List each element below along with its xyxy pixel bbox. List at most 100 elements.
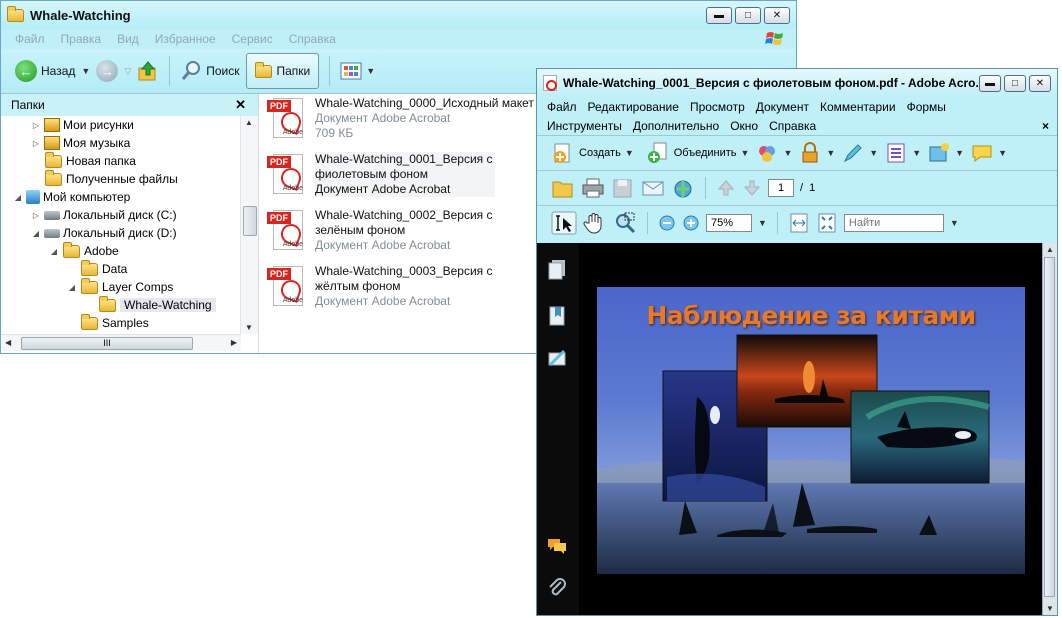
previous-page-icon[interactable] bbox=[716, 178, 736, 198]
attachments-paperclip-icon[interactable] bbox=[547, 577, 567, 599]
expand-toggle-icon[interactable]: ▷ bbox=[31, 139, 41, 148]
file-item[interactable]: PDF Adobe Whale-Watching_0001_Версия с фио… bbox=[267, 152, 495, 197]
fit-page-icon[interactable] bbox=[816, 212, 838, 234]
vertical-scroll-thumb[interactable] bbox=[243, 206, 257, 236]
document-page-view[interactable]: Наблюдение за китами bbox=[579, 243, 1042, 615]
expand-toggle-icon[interactable]: ◢ bbox=[67, 283, 77, 292]
vertical-scroll-thumb[interactable] bbox=[1044, 257, 1055, 597]
scroll-left-arrow-icon[interactable]: ◀ bbox=[5, 338, 11, 347]
menu-advanced[interactable]: Дополнительно bbox=[633, 119, 719, 133]
select-tool-icon[interactable] bbox=[551, 211, 577, 235]
document-vertical-scrollbar[interactable]: ▲ ▼ bbox=[1042, 243, 1057, 615]
zoom-in-icon[interactable] bbox=[682, 214, 700, 232]
page-number-input[interactable]: 1 bbox=[768, 179, 794, 197]
close-document-icon[interactable]: × bbox=[1042, 119, 1049, 133]
marquee-zoom-icon[interactable] bbox=[613, 211, 637, 235]
menu-edit[interactable]: Правка bbox=[61, 32, 102, 46]
sign-button[interactable]: ▼ bbox=[841, 141, 878, 165]
comment-button[interactable]: ▼ bbox=[970, 141, 1007, 165]
tree-item[interactable]: Полученные файлы bbox=[1, 169, 241, 188]
hand-tool-icon[interactable] bbox=[583, 211, 607, 235]
forward-history-dropdown[interactable]: ▽ bbox=[124, 66, 131, 77]
combine-button[interactable]: Объединить ▼ bbox=[646, 141, 749, 165]
comments-panel-icon[interactable] bbox=[547, 535, 567, 557]
collaborate-icon[interactable] bbox=[671, 177, 695, 199]
tree-item[interactable]: Новая папка bbox=[1, 151, 241, 170]
folders-button[interactable]: Папки bbox=[245, 53, 320, 89]
file-item[interactable]: PDF Adobe Whale-Watching_0000_Исходный мак… bbox=[267, 96, 545, 141]
open-folder-icon[interactable] bbox=[551, 177, 575, 199]
up-folder-icon[interactable] bbox=[137, 60, 159, 82]
scroll-right-arrow-icon[interactable]: ▶ bbox=[231, 338, 237, 347]
menu-forms[interactable]: Формы bbox=[907, 100, 946, 114]
menu-help[interactable]: Справка bbox=[769, 119, 816, 133]
menu-window[interactable]: Окно bbox=[730, 119, 758, 133]
multimedia-button[interactable]: ▼ bbox=[927, 141, 964, 165]
print-icon[interactable] bbox=[581, 177, 605, 199]
menu-file[interactable]: Файл bbox=[15, 32, 45, 46]
menu-view[interactable]: Просмотр bbox=[690, 100, 745, 114]
tree-vertical-scrollbar[interactable]: ▲ ▼ bbox=[240, 116, 258, 334]
minimize-button[interactable]: ▬ bbox=[706, 6, 732, 24]
menu-view[interactable]: Вид bbox=[117, 32, 139, 46]
secure-button[interactable]: ▼ bbox=[798, 141, 835, 165]
close-pane-icon[interactable]: ✕ bbox=[235, 97, 246, 113]
save-icon[interactable] bbox=[611, 177, 635, 199]
menu-file[interactable]: Файл bbox=[547, 100, 577, 114]
forms-button[interactable]: ▼ bbox=[884, 141, 921, 165]
fit-width-icon[interactable] bbox=[788, 212, 810, 234]
find-dropdown-icon[interactable]: ▼ bbox=[950, 218, 959, 228]
file-item[interactable]: PDF Adobe Whale-Watching_0002_Версия с зел… bbox=[267, 208, 495, 253]
expand-toggle-icon[interactable]: ◢ bbox=[31, 229, 41, 238]
tree-item[interactable]: ◢ Мой компьютер bbox=[1, 188, 241, 206]
minimize-button[interactable]: ▬ bbox=[979, 74, 1001, 92]
search-button[interactable]: Поиск bbox=[180, 60, 240, 82]
acrobat-title-bar[interactable]: Whale-Watching_0001_Версия с фиолетовым … bbox=[537, 69, 1057, 97]
find-input[interactable]: Найти bbox=[843, 214, 944, 232]
zoom-out-icon[interactable] bbox=[658, 214, 676, 232]
explorer-title-bar[interactable]: Whale-Watching ▬ □ ✕ bbox=[1, 1, 796, 29]
email-icon[interactable] bbox=[641, 177, 665, 199]
expand-toggle-icon[interactable]: ◢ bbox=[13, 193, 23, 202]
forward-button[interactable]: → bbox=[96, 60, 119, 82]
tree-item[interactable]: ◢ Adobe bbox=[1, 241, 241, 260]
tree-item[interactable]: Whale-Watching bbox=[1, 295, 241, 314]
menu-favorites[interactable]: Избранное bbox=[155, 32, 216, 46]
next-page-icon[interactable] bbox=[742, 178, 762, 198]
expand-toggle-icon[interactable]: ▷ bbox=[31, 211, 41, 220]
back-history-dropdown[interactable]: ▼ bbox=[81, 66, 90, 76]
tree-item[interactable]: ▷ Мои рисунки bbox=[1, 116, 241, 134]
expand-toggle-icon[interactable]: ◢ bbox=[49, 247, 59, 256]
scroll-up-arrow-icon[interactable]: ▲ bbox=[245, 118, 253, 127]
tree-item[interactable]: Data bbox=[1, 259, 241, 278]
pages-panel-icon[interactable] bbox=[547, 259, 567, 281]
close-button[interactable]: ✕ bbox=[1029, 74, 1051, 92]
horizontal-scroll-thumb[interactable]: III bbox=[21, 337, 193, 350]
menu-document[interactable]: Документ bbox=[756, 100, 809, 114]
tree-item[interactable]: ◢ Layer Comps bbox=[1, 277, 241, 296]
menu-edit[interactable]: Редактирование bbox=[588, 100, 679, 114]
tree-item[interactable]: Samples bbox=[1, 313, 241, 332]
zoom-dropdown-icon[interactable]: ▼ bbox=[758, 218, 767, 228]
maximize-button[interactable]: □ bbox=[735, 6, 761, 24]
scroll-down-arrow-icon[interactable]: ▼ bbox=[245, 323, 253, 332]
tree-horizontal-scrollbar[interactable]: ◀ III ▶ bbox=[1, 334, 241, 351]
expand-toggle-icon[interactable]: ▷ bbox=[31, 121, 41, 130]
file-item[interactable]: PDF Adobe Whale-Watching_0003_Версия с жёл… bbox=[267, 264, 495, 309]
menu-tools[interactable]: Сервис bbox=[232, 32, 273, 46]
bookmarks-panel-icon[interactable] bbox=[547, 305, 567, 327]
maximize-button[interactable]: □ bbox=[1004, 74, 1026, 92]
menu-tools[interactable]: Инструменты bbox=[547, 119, 622, 133]
create-button[interactable]: Создать ▼ bbox=[551, 141, 634, 165]
tree-item[interactable]: ◢ Локальный диск (D:) bbox=[1, 224, 241, 242]
menu-help[interactable]: Справка bbox=[289, 32, 336, 46]
back-button[interactable]: ← Назад bbox=[15, 60, 75, 82]
export-button[interactable]: ▼ bbox=[755, 141, 792, 165]
scroll-down-arrow-icon[interactable]: ▼ bbox=[1046, 604, 1054, 613]
tree-item[interactable]: ▷ Моя музыка bbox=[1, 134, 241, 152]
views-button[interactable]: ▼ bbox=[340, 61, 375, 81]
zoom-level-field[interactable]: 75% bbox=[706, 214, 752, 232]
menu-comments[interactable]: Комментарии bbox=[820, 100, 896, 114]
scroll-up-arrow-icon[interactable]: ▲ bbox=[1046, 245, 1054, 254]
signatures-panel-icon[interactable] bbox=[547, 347, 567, 369]
